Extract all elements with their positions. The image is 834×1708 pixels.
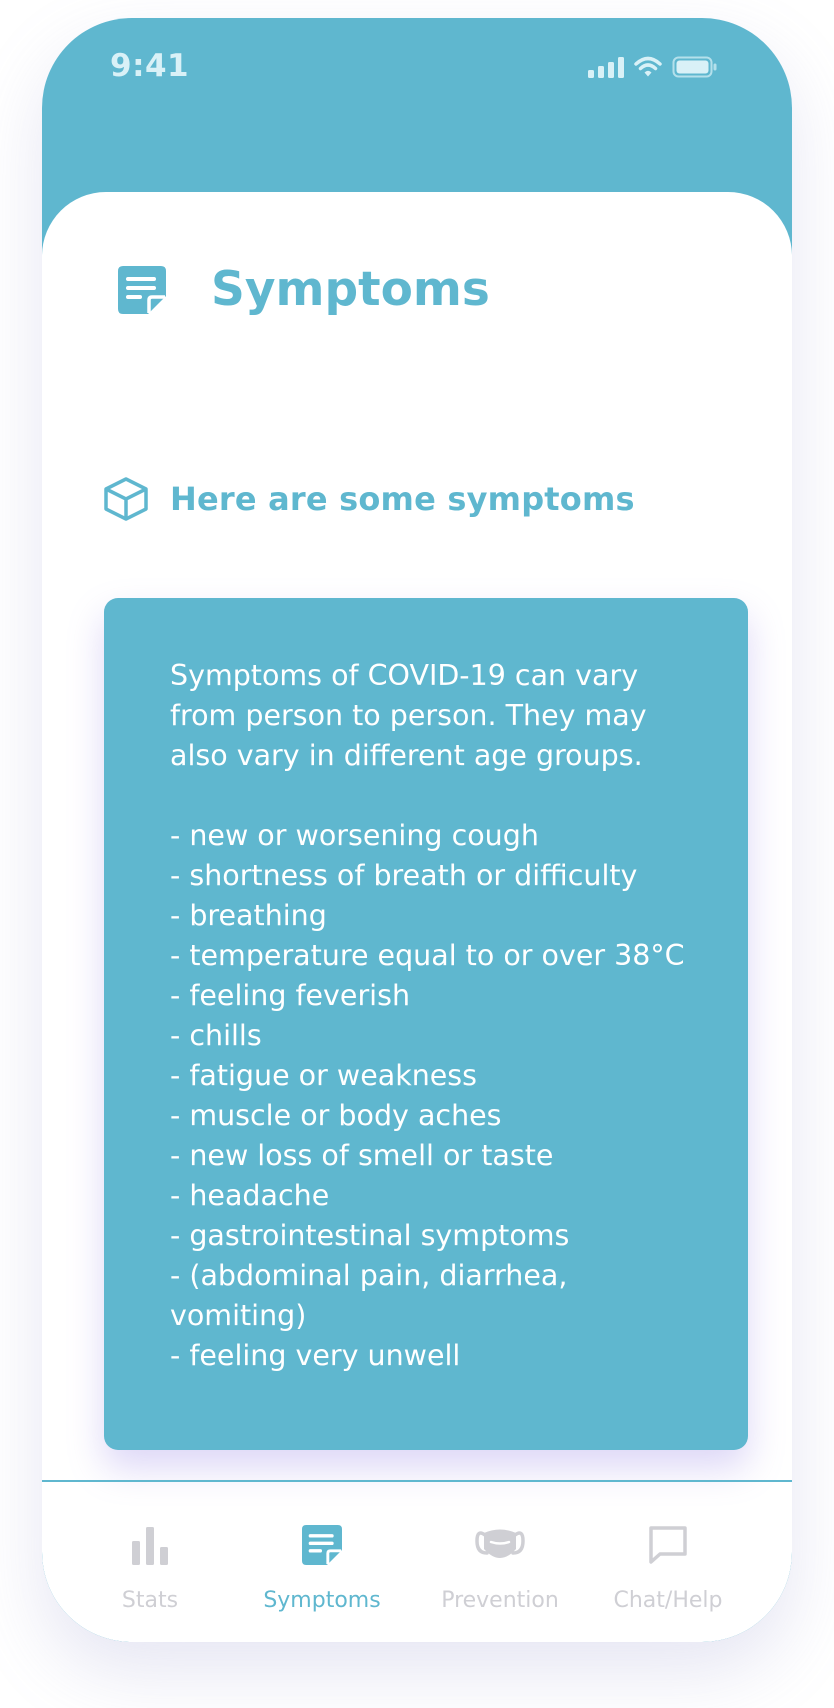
note-icon (118, 265, 166, 314)
tab-icon-container (302, 1522, 342, 1568)
wifi-icon (634, 56, 662, 77)
tab-label-stats: Stats (121, 1588, 179, 1613)
tab-icon-container (130, 1522, 170, 1568)
face-mask-icon (475, 1529, 525, 1558)
tab-icon-container (474, 1522, 526, 1568)
tab-label-prevention: Prevention (441, 1588, 559, 1613)
tab-chat-help[interactable]: Chat/Help (578, 1482, 758, 1613)
tab-symptoms[interactable]: Symptoms (242, 1482, 402, 1613)
tab-icon-container (648, 1522, 688, 1568)
chat-bubble-icon (649, 1526, 687, 1564)
page-title: Symptoms (211, 262, 490, 317)
symptoms-text: Symptoms of COVID-19 can vary from perso… (170, 659, 685, 1372)
tab-prevention[interactable]: Prevention (410, 1482, 590, 1613)
cube-icon (104, 477, 148, 521)
status-icons (588, 56, 718, 78)
note-icon (302, 1525, 342, 1565)
tab-bar: Stats Symptoms Prevention Chat/Help (42, 1482, 792, 1642)
page-header: Symptoms (118, 262, 490, 317)
status-bar: 9:41 (42, 18, 792, 118)
signal-icon (588, 56, 624, 78)
status-time: 9:41 (110, 48, 190, 84)
section-title: Here are some symptoms (170, 480, 635, 518)
tab-label-symptoms: Symptoms (263, 1588, 381, 1613)
tab-label-chat-help: Chat/Help (613, 1588, 723, 1613)
content-card: Symptoms Here are some symptoms Symptoms… (42, 192, 792, 1642)
symptoms-info-card: Symptoms of COVID-19 can vary from perso… (104, 598, 748, 1450)
tab-stats[interactable]: Stats (90, 1482, 210, 1613)
phone-frame: 9:41 Symptoms Here are some symptoms Sym… (42, 18, 792, 1642)
bar-chart-icon (132, 1527, 168, 1565)
battery-icon (672, 56, 717, 78)
section-header: Here are some symptoms (102, 476, 635, 522)
